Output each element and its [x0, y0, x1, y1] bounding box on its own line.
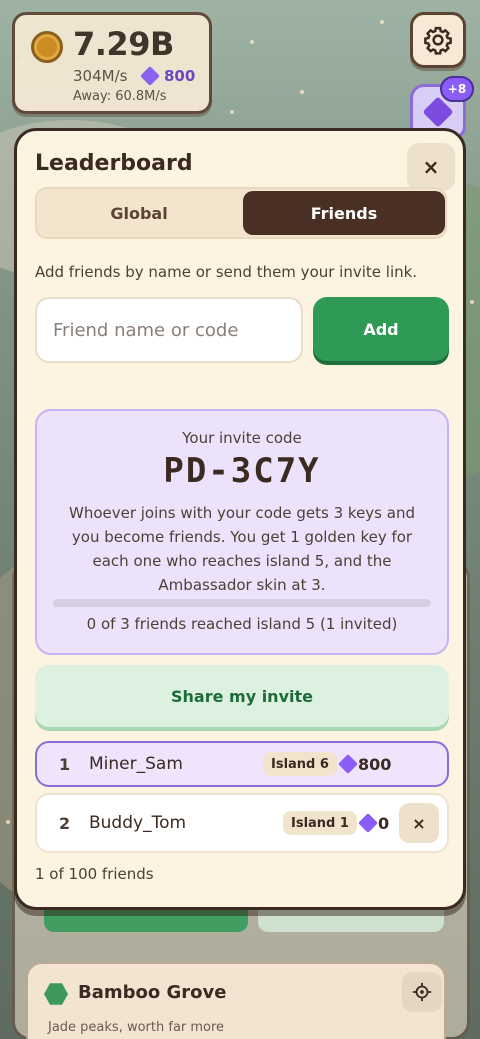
invite-card: Your invite code PD-3C7Y Whoever joins w…: [35, 409, 449, 655]
gems-value: 800: [164, 67, 196, 85]
friend-gems-value: 0: [378, 813, 390, 833]
gem-icon: [358, 813, 378, 833]
close-icon: ×: [422, 155, 440, 179]
friend-name-input[interactable]: [35, 297, 303, 363]
coins-value: 7.29B: [73, 25, 174, 63]
locate-button[interactable]: [402, 972, 442, 1012]
gem-icon: [140, 66, 160, 86]
add-friends-hint: Add friends by name or send them your in…: [35, 263, 418, 281]
island-name: Bamboo Grove: [78, 982, 227, 1003]
coin-icon: [31, 31, 63, 63]
add-friend-button[interactable]: Add: [313, 297, 449, 361]
island-hex-icon: [44, 983, 68, 1005]
friend-name: Buddy_Tom: [89, 813, 187, 833]
currency-panel: 7.29B 304M/s 800 Away: 60.8M/s: [12, 12, 212, 114]
remove-friend-button[interactable]: ×: [399, 803, 439, 843]
friend-rank: 1: [59, 754, 71, 774]
island-card[interactable]: Bamboo Grove Jade peaks, worth far more: [26, 962, 446, 1039]
gem-icon: [338, 754, 358, 774]
modal-title: Leaderboard: [35, 151, 193, 176]
friend-gems-value: 800: [358, 754, 392, 774]
island-subtitle: Jade peaks, worth far more: [48, 1020, 225, 1035]
friend-name: Miner_Sam: [89, 754, 183, 774]
friend-rank: 2: [59, 813, 71, 833]
away-rate: Away: 60.8M/s: [73, 89, 167, 104]
friend-row[interactable]: 2 Buddy_Tom Island 1 0 ×: [35, 793, 449, 853]
close-icon: ×: [412, 813, 426, 833]
invite-code: PD-3C7Y: [163, 451, 321, 491]
island-badge: Island 6: [263, 752, 337, 776]
invite-description: Whoever joins with your code gets 3 keys…: [68, 504, 415, 594]
gem-bonus-badge: +8: [440, 76, 474, 102]
share-invite-button[interactable]: Share my invite: [35, 665, 449, 727]
friend-count: 1 of 100 friends: [35, 865, 154, 883]
invite-progress-text: 0 of 3 friends reached island 5 (1 invit…: [86, 615, 398, 633]
gems-display: 800: [140, 66, 196, 86]
invite-code-label: Your invite code: [182, 429, 302, 447]
tab-global[interactable]: Global: [39, 191, 239, 235]
friend-gems: 800: [338, 754, 392, 774]
friend-row[interactable]: 1 Miner_Sam Island 6 800: [35, 741, 449, 787]
leaderboard-modal: Leaderboard × Global Friends Add friends…: [14, 128, 466, 910]
friend-gems: 0: [358, 813, 390, 833]
island-badge: Island 1: [283, 811, 357, 835]
crosshair-icon: [412, 982, 432, 1002]
tab-friends[interactable]: Friends: [243, 191, 445, 235]
invite-progress-bar: [53, 599, 431, 607]
close-button[interactable]: ×: [407, 143, 455, 191]
gear-icon: [424, 26, 452, 55]
leaderboard-tabs: Global Friends: [35, 187, 447, 239]
coin-rate: 304M/s: [73, 67, 128, 85]
settings-button[interactable]: [410, 12, 466, 68]
